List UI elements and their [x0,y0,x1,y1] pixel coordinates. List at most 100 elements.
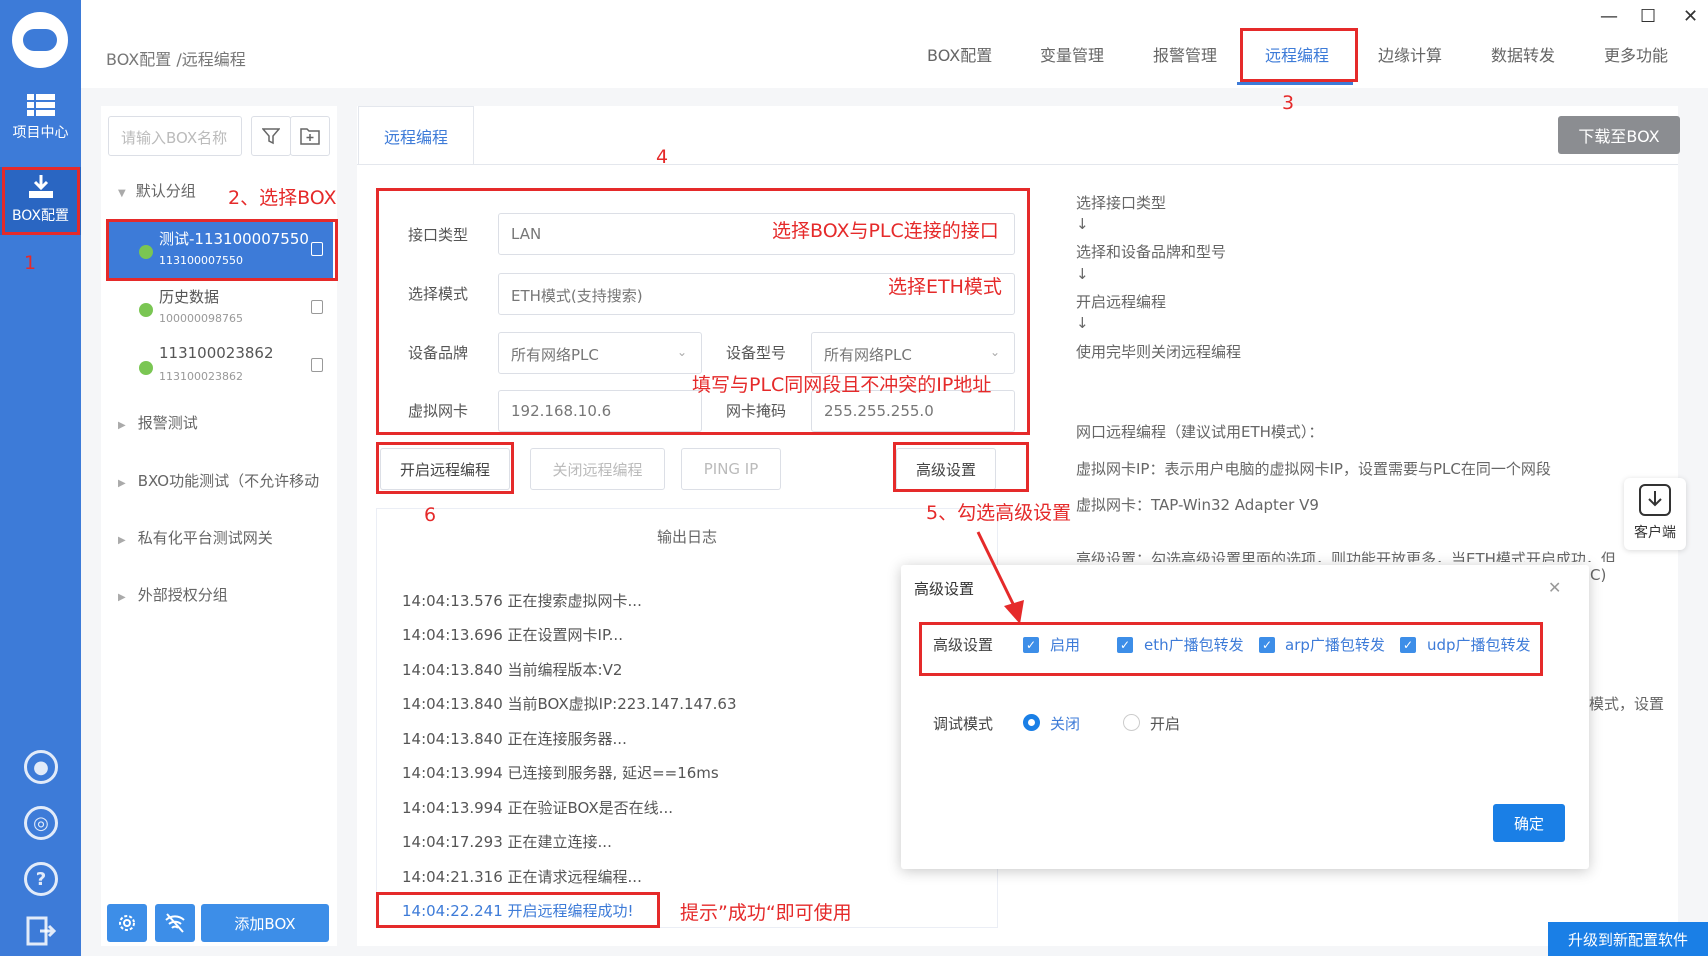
annotation-box-1 [2,167,80,235]
annotation-box-2 [106,219,338,281]
device-item[interactable]: 113100023862 113100023862 [107,336,333,394]
breadcrumb: BOX配置 /远程编程 [106,50,246,69]
nav-data-forwarding[interactable]: 数据转发 [1491,42,1555,66]
help-icon[interactable]: ? [24,862,58,896]
debug-off-label[interactable]: 关闭 [1050,713,1080,734]
user-icon[interactable]: ● [24,750,58,784]
help-paragraph: C) [1590,566,1607,584]
annotation-3: 3 [1282,92,1295,114]
group-default-label: 默认分组 [135,182,196,200]
help-arrow: ↓ [1076,265,1089,283]
nav-active-indicator [1237,82,1353,85]
help-arrow: ↓ [1076,215,1089,233]
nav-box-config[interactable]: BOX配置 [927,42,992,66]
settings-button[interactable] [107,904,147,942]
device-item[interactable]: 历史数据 100000098765 [107,278,333,336]
rail-project-center[interactable]: 项目中心 [0,94,81,142]
help-step: 选择接口类型 [1076,194,1167,212]
group-default[interactable]: ▼ 默认分组 [118,180,196,201]
debug-on-radio[interactable] [1123,714,1140,731]
debug-label: 调试模式 [933,715,994,733]
ping-ip-button[interactable]: PING IP [681,448,781,490]
annotation-4: 4 [656,146,669,168]
group-alarm-test[interactable]: ▶ 报警测试 [118,412,198,433]
box-search-input[interactable]: 请输入BOX名称 [108,116,242,156]
nav-variables[interactable]: 变量管理 [1040,42,1104,66]
device-name: 历史数据 [159,288,220,306]
close-window-icon[interactable]: ✕ [1683,6,1698,27]
annotation-eth: 选择ETH模式 [888,276,1002,298]
tab-divider [357,164,1678,165]
log-line: 14:04:13.994 正在验证BOX是否在线... [402,799,673,817]
annotation-box-6 [376,442,514,494]
help-paragraph: 虚拟网卡：TAP-Win32 Adapter V9 [1076,496,1319,514]
wifi-off-button[interactable] [155,904,195,942]
filter-icon[interactable] [251,116,291,156]
group-external-auth-label: 外部授权分组 [137,586,228,604]
dialog-title: 高级设置 [914,580,975,598]
annotation-6: 6 [424,504,437,526]
log-line: 14:04:13.994 已连接到服务器, 延迟==16ms [402,764,719,782]
client-label: 客户端 [1634,525,1676,541]
log-line: 14:04:17.293 正在建立连接... [402,833,612,851]
annotation-2: 2、选择BOX [228,187,337,209]
grid-icon [26,94,55,116]
log-line: 14:04:13.696 正在设置网卡IP... [402,626,623,644]
top-bar [81,0,1708,88]
help-paragraph: 高级设置：勾选高级设置里面的选项，则功能开放更多，当ETH模式开启成功，但 [1076,550,1616,562]
nav-more[interactable]: 更多功能 [1604,42,1668,66]
copy-icon[interactable] [311,300,323,314]
debug-on-label[interactable]: 开启 [1150,713,1180,734]
tab-remote-programming[interactable]: 远程编程 [358,106,474,164]
app-logo [12,12,68,68]
device-serial: 100000098765 [159,312,243,325]
exit-icon[interactable] [26,916,56,946]
log-line: 14:04:13.840 当前编程版本:V2 [402,661,623,679]
help-arrow: ↓ [1076,314,1089,332]
device-name: 113100023862 [159,344,274,362]
help-paragraph: 虚拟网卡IP：表示用户电脑的虚拟网卡IP，设置需要与PLC在同一个网段 [1076,460,1551,478]
nav-alarms[interactable]: 报警管理 [1153,42,1217,66]
help-step: 开启远程编程 [1076,293,1167,311]
annotation-success: 提示”成功“即可使用 [680,902,852,924]
dialog-close-icon[interactable]: ✕ [1548,578,1561,597]
download-to-box-button[interactable]: 下载至BOX [1558,116,1680,154]
group-function-test[interactable]: ▶ BXO功能测试（不允许移动 [118,470,332,491]
help-step: 选择和设备品牌和型号 [1076,243,1227,261]
log-line: 14:04:13.840 正在连接服务器... [402,730,627,748]
copy-icon[interactable] [311,358,323,372]
wifi-off-icon [165,913,185,933]
online-dot [139,361,153,375]
group-external-auth[interactable]: ▶ 外部授权分组 [118,584,228,605]
annotation-arrow [976,531,1024,624]
cloud-icon [23,29,57,51]
minimize-icon[interactable]: — [1600,6,1618,27]
debug-off-radio[interactable] [1023,714,1040,731]
rail-project-center-label: 项目中心 [12,125,69,141]
log-line: 14:04:13.576 正在搜索虚拟网卡... [402,592,642,610]
help-step: 使用完毕则关闭远程编程 [1076,343,1242,361]
online-dot [139,303,153,317]
globe-icon[interactable]: ◎ [24,806,58,840]
ok-button[interactable]: 确定 [1493,804,1565,842]
help-paragraph: 模式，设置 [1589,695,1665,713]
annotation-ip: 填写与PLC同网段且不冲突的IP地址 [692,374,992,396]
annotation-1: 1 [24,252,37,274]
add-folder-icon[interactable] [290,116,330,156]
stop-remote-button[interactable]: 关闭远程编程 [530,448,665,490]
nav-edge-computing[interactable]: 边缘计算 [1378,42,1442,66]
annotation-box-options [919,622,1543,676]
client-button[interactable]: 客户端 [1624,478,1686,550]
group-function-test-label: BXO功能测试（不允许移动 [137,472,320,490]
log-line: 14:04:21.316 正在请求远程编程... [402,868,642,886]
upgrade-button[interactable]: 升级到新配置软件 [1548,922,1708,956]
group-private-platform[interactable]: ▶ 私有化平台测试网关 [118,527,273,548]
maximize-icon[interactable]: ☐ [1640,6,1656,27]
log-line: 14:04:13.840 当前BOX虚拟IP:223.147.147.63 [402,695,737,713]
annotation-box-3 [1240,28,1358,82]
add-box-button[interactable]: 添加BOX [201,904,329,942]
annotation-box-success [376,892,660,928]
help-paragraph: 网口远程编程（建议试用ETH模式）： [1076,423,1324,441]
annotation-5: 5、勾选高级设置 [926,502,1072,524]
device-serial: 113100023862 [159,370,243,383]
